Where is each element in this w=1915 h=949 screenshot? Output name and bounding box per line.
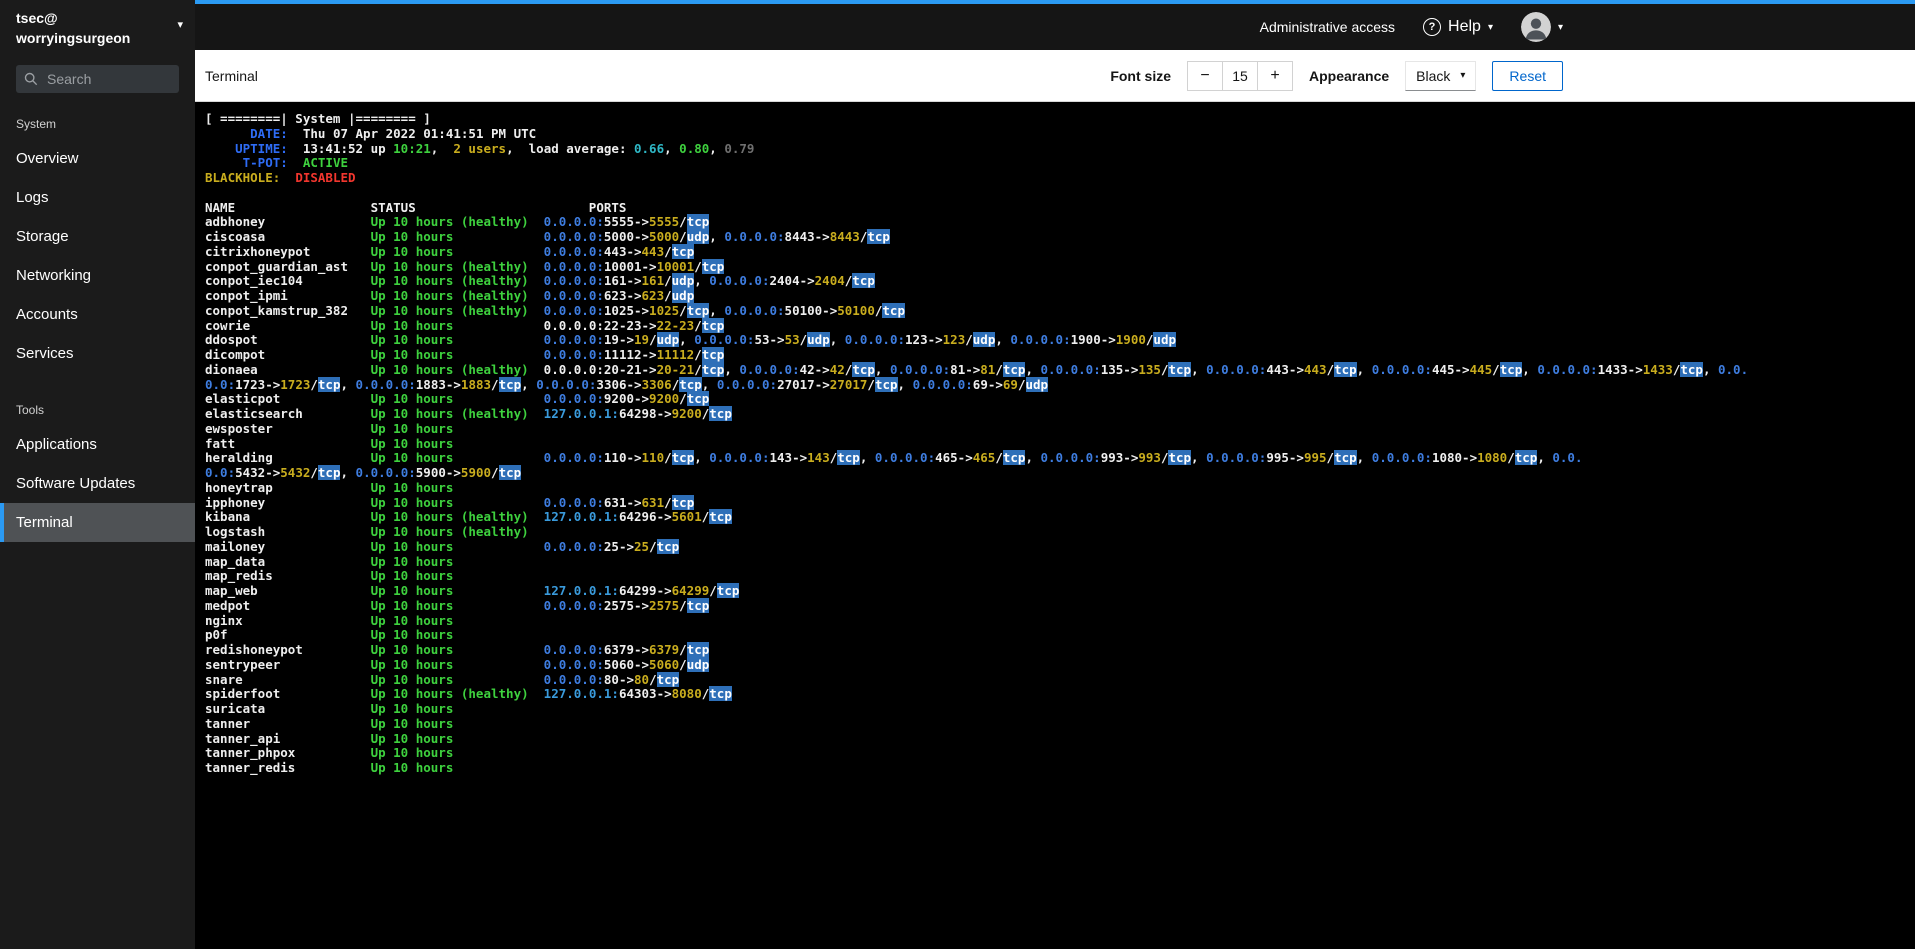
main-pane: Administrative access ? Help ▾ ▾ Termina… — [195, 0, 1915, 949]
sidebar-nav: System Overview Logs Storage Networking … — [0, 111, 195, 542]
masthead: Administrative access ? Help ▾ ▾ — [195, 0, 1915, 50]
terminal-line: conpot_iec104 Up 10 hours (healthy) 0.0.… — [205, 273, 875, 289]
font-increase-button[interactable]: + — [1257, 60, 1293, 91]
terminal-line: map_data Up 10 hours — [205, 553, 454, 569]
font-size-value: 15 — [1223, 60, 1257, 91]
terminal-line: ddospot Up 10 hours 0.0.0.0:19->19/udp, … — [205, 332, 1176, 348]
font-size-stepper: − 15 + — [1187, 60, 1293, 91]
user-avatar-icon — [1520, 12, 1551, 42]
terminal-line: kibana Up 10 hours (healthy) 127.0.0.1:6… — [205, 509, 732, 525]
sidebar-item-logs[interactable]: Logs — [0, 178, 195, 217]
session-menu[interactable]: ▾ — [1520, 12, 1563, 42]
font-size-label: Font size — [1110, 67, 1171, 84]
terminal-toolbar: Terminal Font size − 15 + Appearance Bla… — [195, 50, 1915, 102]
terminal-line: BLACKHOLE: DISABLED — [205, 170, 356, 185]
terminal-line: logstash Up 10 hours (healthy) — [205, 524, 529, 539]
chevron-down-icon: ▾ — [1460, 70, 1466, 81]
search-box — [16, 64, 179, 93]
terminal-line: tanner_redis Up 10 hours — [205, 760, 454, 775]
terminal-line: cowrie Up 10 hours 0.0.0.0:22-23->22-23/… — [205, 317, 725, 333]
nav-section-tools: Tools Applications Software Updates Term… — [0, 397, 195, 542]
terminal-line: redishoneypot Up 10 hours 0.0.0.0:6379->… — [205, 642, 710, 657]
terminal-line: elasticpot Up 10 hours 0.0.0.0:9200->920… — [205, 391, 710, 407]
terminal-line: 0.0:5432->5432/tcp, 0.0.0.0:5900->5900/t… — [205, 465, 522, 480]
toolbar-controls: Font size − 15 + Appearance Black ▾ Rese… — [1110, 60, 1563, 91]
admin-access-button[interactable]: Administrative access — [1260, 19, 1395, 35]
terminal-line: medpot Up 10 hours 0.0.0.0:2575->2575/tc… — [205, 597, 710, 613]
terminal-line: snare Up 10 hours 0.0.0.0:80->80/tcp — [205, 671, 680, 687]
terminal-line: sentrypeer Up 10 hours 0.0.0.0:5060->506… — [205, 656, 710, 672]
terminal-line: nginx Up 10 hours — [205, 612, 454, 628]
terminal-line: conpot_guardian_ast Up 10 hours (healthy… — [205, 258, 725, 274]
sidebar-item-terminal[interactable]: Terminal — [0, 502, 195, 542]
terminal-line: dicompot Up 10 hours 0.0.0.0:11112->1111… — [205, 347, 725, 362]
sidebar: tsec@ worryingsurgeon ▾ System Overview … — [0, 0, 195, 949]
appearance-label: Appearance — [1309, 67, 1390, 84]
help-icon: ? — [1423, 18, 1442, 36]
host-user: tsec@ — [16, 10, 58, 26]
terminal-line: ewsposter Up 10 hours — [205, 420, 454, 436]
terminal-line: heralding Up 10 hours 0.0.0.0:110->110/t… — [205, 450, 1583, 466]
host-switcher[interactable]: tsec@ worryingsurgeon ▾ — [0, 0, 195, 55]
chevron-down-icon: ▾ — [177, 19, 183, 31]
sidebar-item-networking[interactable]: Networking — [0, 256, 195, 295]
terminal-line: elasticsearch Up 10 hours (healthy) 127.… — [205, 406, 732, 421]
reset-button[interactable]: Reset — [1492, 60, 1563, 91]
terminal-line: tanner Up 10 hours — [205, 715, 454, 731]
terminal-line: map_web Up 10 hours 127.0.0.1:64299->642… — [205, 583, 740, 598]
terminal-line: suricata Up 10 hours — [205, 701, 454, 716]
help-menu[interactable]: ? Help ▾ — [1423, 18, 1493, 36]
terminal-line: tanner_api Up 10 hours — [205, 730, 454, 746]
terminal-line: ciscoasa Up 10 hours 0.0.0.0:5000->5000/… — [205, 229, 890, 244]
terminal-line: adbhoney Up 10 hours (healthy) 0.0.0.0:5… — [205, 214, 710, 230]
terminal-line: mailoney Up 10 hours 0.0.0.0:25->25/tcp — [205, 538, 680, 554]
terminal-line: UPTIME: 13:41:52 up 10:21, 2 users, load… — [205, 140, 755, 156]
font-decrease-button[interactable]: − — [1187, 60, 1223, 91]
terminal-output[interactable]: [ ========| System |======== ] DATE: Thu… — [195, 102, 1915, 949]
terminal-line: DATE: Thu 07 Apr 2022 01:41:51 PM UTC — [205, 125, 537, 141]
sidebar-item-services[interactable]: Services — [0, 334, 195, 373]
sidebar-item-accounts[interactable]: Accounts — [0, 295, 195, 334]
terminal-line: conpot_kamstrup_382 Up 10 hours (healthy… — [205, 302, 905, 318]
search-input[interactable] — [45, 69, 171, 88]
nav-section-title: System — [16, 116, 57, 131]
terminal-line: 0.0:1723->1723/tcp, 0.0.0.0:1883->1883/t… — [205, 376, 1049, 392]
nav-section-title: Tools — [16, 402, 45, 417]
terminal-line: conpot_ipmi Up 10 hours (healthy) 0.0.0.… — [205, 288, 695, 303]
search-icon — [24, 72, 38, 85]
help-label: Help — [1448, 18, 1481, 35]
terminal-line: honeytrap Up 10 hours — [205, 479, 454, 495]
terminal-line: dionaea Up 10 hours (healthy) 0.0.0.0:20… — [205, 361, 1749, 377]
terminal-line: [ ========| System |======== ] — [205, 111, 431, 126]
chevron-down-icon: ▾ — [1557, 21, 1563, 33]
theme-value: Black — [1416, 67, 1451, 84]
terminal-line: NAME STATUS PORTS — [205, 199, 627, 215]
terminal-line: spiderfoot Up 10 hours (healthy) 127.0.0… — [205, 686, 732, 702]
terminal-line: citrixhoneypot Up 10 hours 0.0.0.0:443->… — [205, 243, 695, 259]
sidebar-item-applications[interactable]: Applications — [0, 425, 195, 464]
theme-select[interactable]: Black ▾ — [1405, 60, 1477, 91]
terminal-line: ipphoney Up 10 hours 0.0.0.0:631->631/tc… — [205, 494, 695, 510]
host-name: worryingsurgeon — [16, 30, 131, 47]
nav-section-system: System Overview Logs Storage Networking … — [0, 111, 195, 373]
sidebar-item-software-updates[interactable]: Software Updates — [0, 464, 195, 503]
terminal-line: p0f Up 10 hours — [205, 627, 454, 643]
sidebar-item-storage[interactable]: Storage — [0, 217, 195, 256]
chevron-down-icon: ▾ — [1487, 21, 1493, 33]
page-title: Terminal — [205, 67, 258, 84]
terminal-line: T-POT: ACTIVE — [205, 155, 349, 171]
terminal-line: map_redis Up 10 hours — [205, 568, 454, 584]
terminal-line: tanner_phpox Up 10 hours — [205, 745, 454, 761]
sidebar-item-overview[interactable]: Overview — [0, 139, 195, 178]
terminal-line: fatt Up 10 hours — [205, 435, 454, 451]
